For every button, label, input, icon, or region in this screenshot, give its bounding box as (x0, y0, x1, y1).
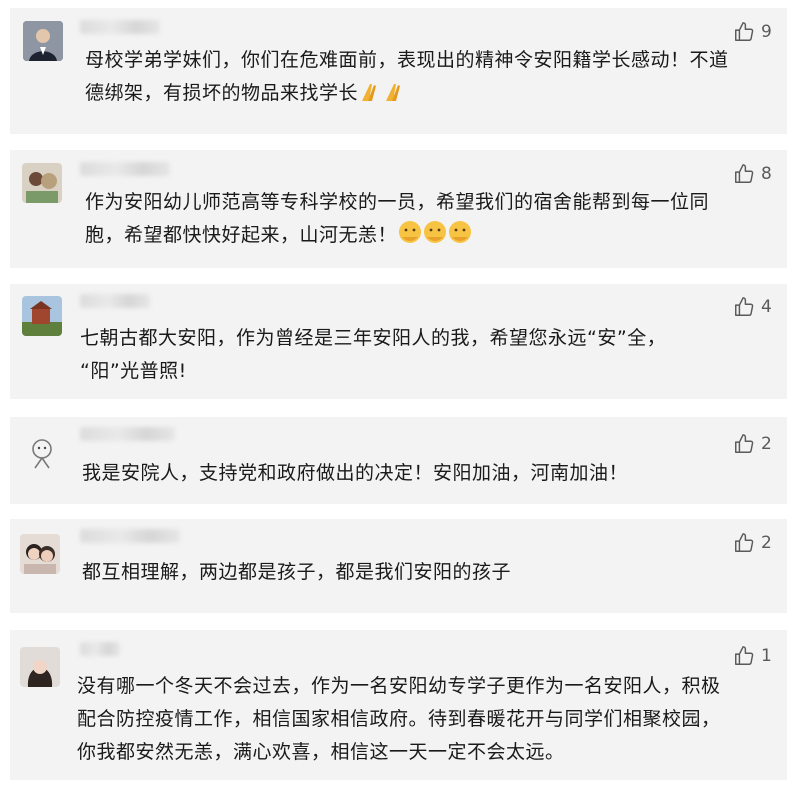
username-blurred (80, 529, 180, 543)
username-blurred (80, 294, 150, 308)
comment-line: 作为安阳幼儿师范高等专科学校的一员，希望我们的宿舍能帮到每一位同 (85, 191, 710, 213)
comment-card: 4 七朝古都大安阳，作为曾经是三年安阳人的我，希望您永远“安”全， “阳”光普照… (10, 284, 787, 399)
avatar[interactable] (20, 534, 60, 574)
username-blurred (80, 162, 170, 176)
comment-card: 9 母校学弟学妹们，你们在危难面前，表现出的精神令安阳籍学长感动！不道 德绑架，… (10, 8, 787, 134)
avatar[interactable] (22, 163, 62, 203)
like-count: 4 (761, 297, 772, 317)
comment-line: 都互相理解，两边都是孩子，都是我们安阳的孩子 (82, 561, 512, 583)
like-button[interactable]: 2 (733, 433, 772, 455)
comment-line: 德绑架，有损坏的物品来找学长 (85, 77, 729, 114)
like-count: 2 (761, 533, 772, 553)
like-button[interactable]: 2 (733, 532, 772, 554)
comment-text: 七朝古都大安阳，作为曾经是三年安阳人的我，希望您永远“安”全， “阳”光普照! (80, 322, 666, 388)
comment-line: 七朝古都大安阳，作为曾经是三年安阳人的我，希望您永远“安”全， (80, 327, 667, 349)
comment-card: 1 没有哪一个冬天不会过去，作为一名安阳幼专学子更作为一名安阳人，积极 配合防控… (10, 630, 787, 780)
comment-line: 胞，希望都快快好起来，山河无恙！ (85, 219, 709, 256)
thumbs-up-icon (735, 297, 754, 316)
like-button[interactable]: 4 (733, 296, 772, 318)
comment-line: 你我都安然无恙，满心欢喜，相信这一天一定不会太远。 (77, 741, 565, 763)
comment-card: 2 我是安院人，支持党和政府做出的决定！安阳加油，河南加油！ (10, 417, 787, 504)
avatar[interactable] (20, 647, 60, 687)
comment-card: 2 都互相理解，两边都是孩子，都是我们安阳的孩子 (10, 519, 787, 613)
username-blurred (80, 642, 120, 656)
comment-text: 母校学弟学妹们，你们在危难面前，表现出的精神令安阳籍学长感动！不道 德绑架，有损… (85, 44, 729, 114)
comment-text: 作为安阳幼儿师范高等专科学校的一员，希望我们的宿舍能帮到每一位同 胞，希望都快快… (85, 186, 709, 256)
username-blurred (80, 427, 175, 441)
like-button[interactable]: 8 (733, 163, 772, 185)
comment-line: “阳”光普照! (80, 360, 187, 382)
comment-line: 母校学弟学妹们，你们在危难面前，表现出的精神令安阳籍学长感动！不道 (85, 49, 729, 71)
thumbs-up-icon (735, 646, 754, 665)
like-button[interactable]: 9 (733, 21, 772, 43)
like-count: 8 (761, 164, 772, 184)
thumbs-up-icon (735, 434, 754, 453)
comment-line: 我是安院人，支持党和政府做出的决定！安阳加油，河南加油！ (82, 462, 629, 484)
thumbs-up-icon (735, 22, 754, 41)
thumbs-up-icon (735, 533, 754, 552)
username-blurred (80, 20, 160, 34)
avatar[interactable] (22, 296, 62, 336)
comment-text: 我是安院人，支持党和政府做出的决定！安阳加油，河南加油！ (82, 457, 628, 490)
praying-hands-emoji-icon (358, 81, 408, 114)
comment-line: 配合防控疫情工作，相信国家相信政府。待到春暖花开与同学们相聚校园， (77, 708, 721, 730)
thumbs-up-icon (735, 164, 754, 183)
like-count: 2 (761, 434, 772, 454)
like-count: 9 (761, 22, 772, 42)
comment-card: 8 作为安阳幼儿师范高等专科学校的一员，希望我们的宿舍能帮到每一位同 胞，希望都… (10, 150, 787, 268)
comment-text: 都互相理解，两边都是孩子，都是我们安阳的孩子 (82, 556, 511, 589)
comment-text: 没有哪一个冬天不会过去，作为一名安阳幼专学子更作为一名安阳人，积极 配合防控疫情… (77, 670, 721, 769)
avatar[interactable] (23, 21, 63, 61)
like-count: 1 (761, 646, 772, 666)
like-button[interactable]: 1 (733, 645, 772, 667)
comment-line: 没有哪一个冬天不会过去，作为一名安阳幼专学子更作为一名安阳人，积极 (77, 675, 721, 697)
hug-emoji-icon (397, 219, 473, 256)
avatar[interactable] (22, 432, 62, 472)
